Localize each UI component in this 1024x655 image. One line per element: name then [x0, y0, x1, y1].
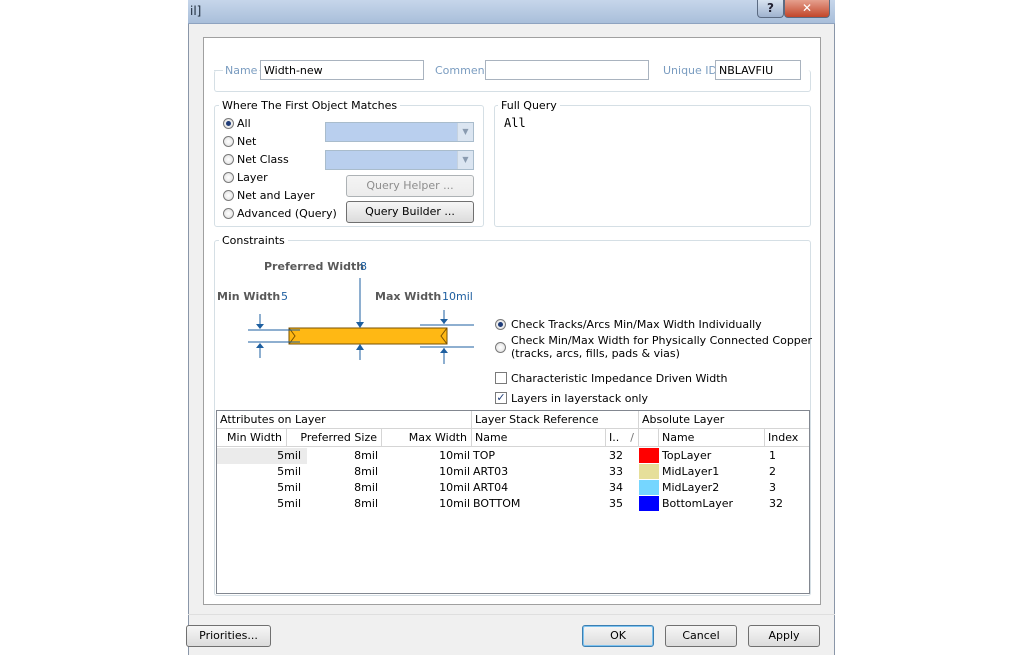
radio-layer-label: Layer [237, 171, 268, 184]
cell-stack-index[interactable]: 33 [609, 464, 623, 480]
header-absolute-layer: Absolute Layer [639, 411, 809, 429]
cell-max-width[interactable]: 10mil [382, 496, 470, 512]
cell-max-width[interactable]: 10mil [382, 464, 470, 480]
impedance-label: Characteristic Impedance Driven Width [511, 372, 728, 385]
radio-net-label: Net [237, 135, 257, 148]
name-label: Name [223, 64, 260, 77]
check-connected-copper-sublabel: (tracks, arcs, fills, pads & vias) [511, 347, 680, 360]
cell-stack-name[interactable]: BOTTOM [473, 496, 520, 512]
radio-advanced-query-label: Advanced (Query) [237, 207, 337, 220]
layer-color-swatch [639, 496, 659, 511]
cell-layer-index[interactable]: 3 [769, 480, 776, 496]
full-query-group [494, 105, 811, 227]
header-attributes: Attributes on Layer [217, 411, 472, 429]
check-individually-radio[interactable] [495, 319, 506, 330]
radio-net-class-label: Net Class [237, 153, 289, 166]
cell-stack-index[interactable]: 35 [609, 496, 623, 512]
constraints-title: Constraints [219, 234, 288, 247]
cell-max-width[interactable]: 10mil [382, 448, 470, 464]
impedance-checkbox[interactable] [495, 372, 507, 384]
col-preferred-size[interactable]: Preferred Size [287, 429, 382, 447]
cell-layer-index[interactable]: 32 [769, 496, 783, 512]
chevron-down-icon: ▼ [457, 151, 473, 169]
radio-advanced-query[interactable] [223, 208, 234, 219]
col-layer-name[interactable]: Name [659, 429, 765, 447]
radio-net-class[interactable] [223, 154, 234, 165]
cell-stack-name[interactable]: TOP [473, 448, 495, 464]
query-builder-button[interactable]: Query Builder ... [346, 201, 474, 223]
check-individually-label: Check Tracks/Arcs Min/Max Width Individu… [511, 318, 762, 331]
col-layer-index[interactable]: Index [765, 429, 809, 447]
query-helper-button[interactable]: Query Helper ... [346, 175, 474, 197]
match-group-title: Where The First Object Matches [219, 99, 401, 112]
unique-id-field[interactable] [715, 60, 801, 80]
cancel-button[interactable]: Cancel [665, 625, 737, 647]
full-query-title: Full Query [498, 99, 560, 112]
cell-preferred-size[interactable]: 8mil [287, 464, 378, 480]
check-connected-copper-label: Check Min/Max Width for Physically Conne… [511, 334, 813, 347]
sort-icon: / [630, 431, 634, 444]
col-stack-name[interactable]: Name [472, 429, 606, 447]
layers-only-checkbox[interactable]: ✓ [495, 392, 507, 404]
title-bar [188, 0, 835, 24]
close-icon[interactable]: ✕ [784, 0, 830, 18]
radio-layer[interactable] [223, 172, 234, 183]
radio-net-and-layer[interactable] [223, 190, 234, 201]
layer-color-swatch [639, 448, 659, 463]
layer-color-swatch [639, 464, 659, 479]
net-dropdown[interactable]: ▼ [325, 122, 474, 142]
priorities-button[interactable]: Priorities... [186, 625, 271, 647]
col-max-width[interactable]: Max Width [382, 429, 472, 447]
name-field[interactable] [260, 60, 424, 80]
cell-preferred-size[interactable]: 8mil [287, 448, 378, 464]
layers-only-label: Layers in layerstack only [511, 392, 648, 405]
radio-net-and-layer-label: Net and Layer [237, 189, 315, 202]
col-stack-index[interactable]: I.. / [606, 429, 639, 447]
comment-field[interactable] [485, 60, 649, 80]
layer-color-swatch [639, 480, 659, 495]
window-title: il] [190, 4, 202, 18]
cell-preferred-size[interactable]: 8mil [287, 496, 378, 512]
unique-id-label: Unique ID [661, 64, 720, 77]
help-button[interactable]: ? [757, 0, 784, 18]
cell-stack-name[interactable]: ART03 [473, 464, 508, 480]
layer-table: Attributes on Layer Layer Stack Referenc… [216, 410, 810, 594]
ok-button[interactable]: OK [582, 625, 654, 647]
chevron-down-icon: ▼ [457, 123, 473, 141]
cell-layer-name[interactable]: TopLayer [662, 448, 711, 464]
radio-net[interactable] [223, 136, 234, 147]
radio-all-label: All [237, 117, 251, 130]
cell-stack-index[interactable]: 34 [609, 480, 623, 496]
width-diagram [248, 278, 474, 364]
cell-max-width[interactable]: 10mil [382, 480, 470, 496]
cell-preferred-size[interactable]: 8mil [287, 480, 378, 496]
track-shape [288, 327, 448, 345]
apply-button[interactable]: Apply [748, 625, 820, 647]
cell-stack-name[interactable]: ART04 [473, 480, 508, 496]
cell-layer-name[interactable]: BottomLayer [662, 496, 733, 512]
net-class-dropdown[interactable]: ▼ [325, 150, 474, 170]
cell-layer-name[interactable]: MidLayer2 [662, 480, 719, 496]
comment-label: Comment [433, 64, 491, 77]
radio-all[interactable] [223, 118, 234, 129]
cell-layer-index[interactable]: 1 [769, 448, 776, 464]
col-color[interactable] [639, 429, 659, 447]
cell-layer-name[interactable]: MidLayer1 [662, 464, 719, 480]
col-min-width[interactable]: Min Width [217, 429, 287, 447]
check-connected-copper-radio[interactable] [495, 342, 506, 353]
header-layer-stack: Layer Stack Reference [472, 411, 639, 429]
cell-stack-index[interactable]: 32 [609, 448, 623, 464]
cell-layer-index[interactable]: 2 [769, 464, 776, 480]
full-query-text[interactable]: All [504, 116, 526, 130]
